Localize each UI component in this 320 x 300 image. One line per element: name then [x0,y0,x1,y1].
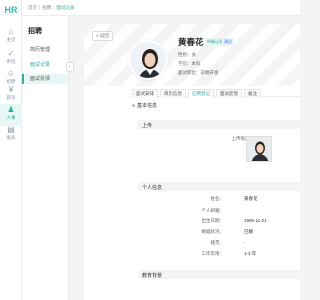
rail-item-home[interactable]: ⌂ 主页 [0,26,22,48]
field-label-email: 个人邮箱： [201,208,225,213]
detail-tabs: 面试安排 简历信息 应聘登记 面试反馈 备注 [132,88,300,98]
home-icon: ⌂ [8,27,14,36]
top-bar: 首页 | 招聘 | 面试记录 [22,0,300,16]
personnel-icon: ♟ [7,105,15,114]
chevron-left-icon: ‹ [69,64,71,70]
field-value-experience: 1-3 年 [244,251,257,256]
candidate-gender: 性别：女 [178,52,196,57]
section-education: 教育背景 [138,270,300,279]
field-value-marital: 已婚 [244,229,253,234]
section-title: 教育背景 [142,272,163,279]
section-title: 个人信息 [142,184,163,191]
candidate-name: 黄春花 [178,37,204,47]
field-value-birthdate: 1995-11-21 [244,218,267,223]
recruit-icon: ☺ [6,69,16,78]
candidate-avatar [128,40,168,80]
secondary-sidebar: 招聘 简历管理 面试记录 面试反馈 [22,16,69,300]
candidate-position: 面试职位：前端开发 [178,70,219,75]
tab-application-registration[interactable]: 应聘登记 [188,89,214,98]
app-logo[interactable]: HR [3,4,19,16]
rail-item-personnel[interactable]: ♟ 人事 [0,104,22,126]
rail-item-salary[interactable]: ¥ 薪资 [0,84,22,106]
breadcrumb: 首页 | 招聘 | 面试记录 [28,5,75,10]
basic-info-heading: ● 基本信息 [132,102,157,109]
sidebar-item-interview-feedback[interactable]: 面试反馈 [30,75,50,82]
photo-label: 上传照片： [231,136,255,141]
sidebar-item-interview-records[interactable]: 面试记录 [30,61,50,68]
candidate-education: 学历：本科 [178,61,201,66]
field-label-hometown: 籍贯： [210,240,225,245]
tab-interview-arrangement[interactable]: 面试安排 [132,89,158,98]
rail-label: 账表 [6,135,16,140]
field-label-experience: 工作年限： [201,251,225,256]
field-value-hometown: - [244,240,246,245]
icon-rail: HR ⌂ 主页 ✓ 审批 ☺ 招聘 ¥ 薪资 ♟ 人事 ▤ 账表 [0,0,22,300]
candidate-detail-card: < 返回 黄春花 待确认到岗 通过 性别：女 学历：本科 面试职位：前端开发 面… [84,24,300,300]
sidebar-item-resumes[interactable]: 简历管理 [30,46,50,53]
rail-label: 人事 [6,115,16,120]
field-label-birthdate: 出生日期： [201,218,225,223]
field-label-marital: 婚姻状况： [201,229,225,234]
rail-label: 主页 [6,37,16,42]
result-badge: 通过 [222,38,234,46]
rail-label: 审批 [6,59,16,64]
breadcrumb-current: 面试记录 [56,5,75,10]
rail-label: 薪资 [6,95,16,100]
report-icon: ▤ [7,125,15,134]
rail-item-report[interactable]: ▤ 账表 [0,124,22,146]
sidebar-title: 招聘 [28,28,42,35]
candidate-photo[interactable] [246,136,272,162]
section-title: 上传 [142,122,153,129]
tab-interview-feedback[interactable]: 面试反馈 [216,89,242,98]
breadcrumb-item[interactable]: 招聘 [42,5,51,10]
tab-resume-info[interactable]: 简历信息 [160,89,186,98]
salary-icon: ¥ [8,85,14,94]
back-button[interactable]: < 返回 [92,31,113,41]
tab-notes[interactable]: 备注 [244,89,261,98]
field-label-name: 姓名： [210,196,225,201]
section-photo: 上传 [138,120,300,129]
section-personal-info: 个人信息 [138,182,300,191]
approve-icon: ✓ [7,49,15,58]
rail-item-approve[interactable]: ✓ 审批 [0,48,22,70]
collapse-sidebar-button[interactable]: ‹ [66,62,74,72]
info-dot-icon: ● [132,103,136,109]
breadcrumb-item[interactable]: 首页 [28,5,37,10]
basic-info-label: 基本信息 [137,103,158,109]
field-value-name: 黄春花 [244,196,258,201]
